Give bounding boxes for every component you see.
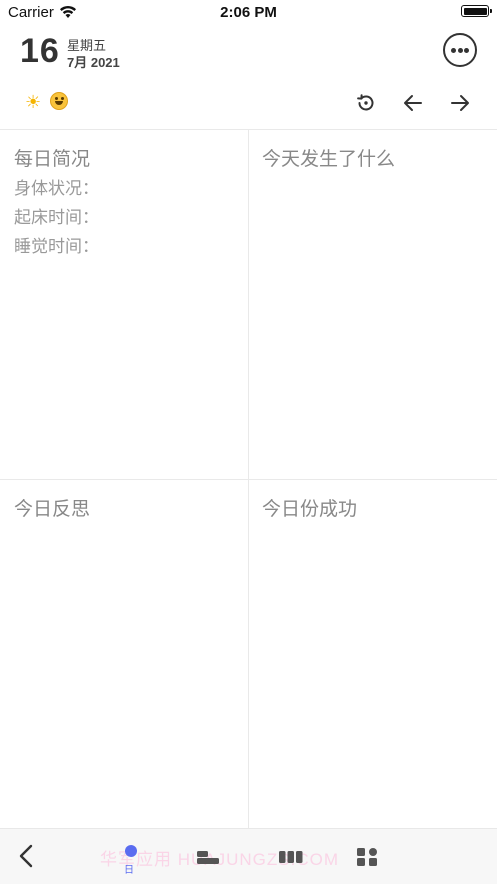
day-toolbar: ☀ bbox=[0, 86, 497, 120]
daily-summary-title: 每日简况 bbox=[14, 149, 91, 170]
body-condition-field[interactable]: 身体状况： bbox=[14, 174, 99, 199]
sleep-time-field[interactable]: 睡觉时间： bbox=[14, 232, 99, 257]
grid-vertical-divider bbox=[248, 129, 249, 828]
date-header: 16 星期五 7月 2021 bbox=[0, 30, 497, 76]
wake-time-field[interactable]: 起床时间： bbox=[14, 203, 99, 228]
battery-icon bbox=[461, 5, 492, 17]
arrow-right-icon[interactable] bbox=[448, 91, 472, 115]
month-view-icon[interactable] bbox=[276, 843, 306, 873]
day-tab-icon bbox=[125, 845, 137, 857]
back-chevron-icon[interactable] bbox=[16, 843, 38, 869]
week-view-icon[interactable] bbox=[193, 843, 223, 873]
month-year-label: 7月 2021 bbox=[67, 55, 120, 70]
status-bar: Carrier 2:06 PM bbox=[0, 0, 497, 26]
arrow-left-icon[interactable] bbox=[401, 91, 425, 115]
reflection-title: 今日反思 bbox=[14, 499, 91, 520]
day-number[interactable]: 16 bbox=[20, 32, 60, 71]
sun-icon[interactable]: ☀ bbox=[25, 92, 41, 112]
clock: 2:06 PM bbox=[220, 4, 277, 21]
grid-view-icon[interactable] bbox=[352, 843, 382, 873]
day-tab-label: 日 bbox=[124, 865, 134, 876]
tab-bar: 华军应用 HUAJUNGZS.COM 日 bbox=[0, 828, 497, 884]
more-options-button[interactable] bbox=[443, 33, 477, 67]
what-happened-title: 今天发生了什么 bbox=[262, 149, 396, 170]
smile-icon[interactable] bbox=[50, 92, 68, 110]
history-icon[interactable] bbox=[354, 91, 378, 115]
success-title: 今日份成功 bbox=[262, 499, 358, 520]
